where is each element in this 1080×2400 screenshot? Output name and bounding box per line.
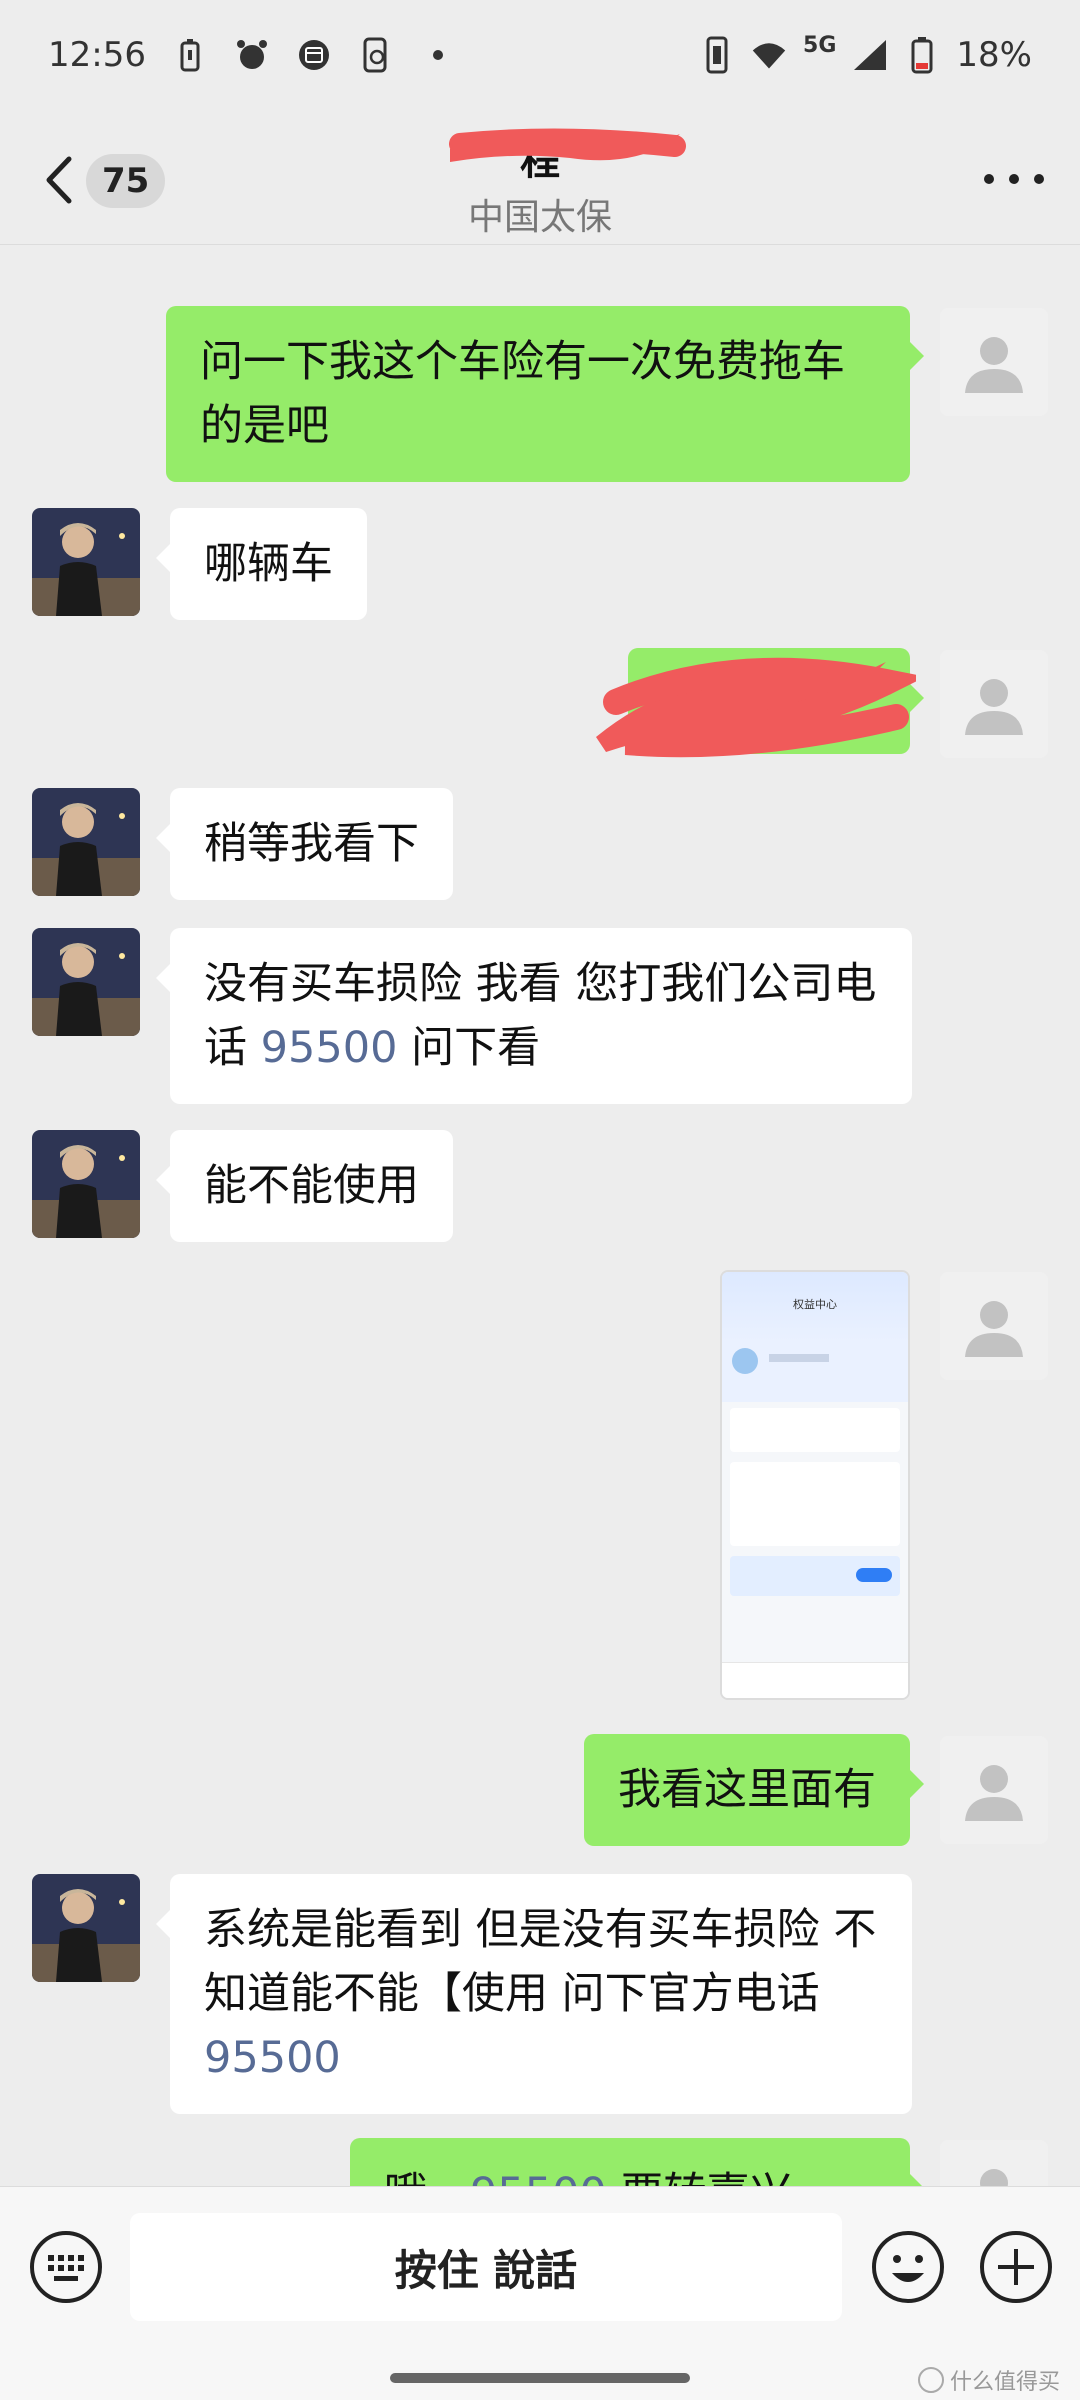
watermark-text: 什么值得买 — [949, 2370, 1060, 2395]
my-avatar[interactable] — [940, 308, 1048, 416]
calendar-icon — [296, 35, 332, 75]
redaction-scribble — [449, 128, 686, 162]
alarm-icon — [234, 35, 270, 75]
thumb-tabbar — [722, 1662, 908, 1698]
thumb-header: 权益中心 — [722, 1272, 908, 1342]
hold-to-talk-button[interactable]: 按住 說話 — [130, 2213, 842, 2321]
notification-dot-icon — [420, 35, 456, 75]
status-time: 12:56 — [48, 35, 146, 75]
received-message-bubble[interactable]: 没有买车损险 我看 您打我们公司电话 95500 问下看 — [156, 928, 912, 1104]
sent-message-bubble[interactable]: 哦，95500 要转嘉兴吗？ — [350, 2138, 924, 2186]
received-message-bubble[interactable]: 系统是能看到 但是没有买车损险 不知道能不能【使用 问下官方电话 95500 — [156, 1874, 912, 2114]
contact-company: 中国太保 — [467, 197, 612, 238]
thumb-card — [730, 1408, 900, 1452]
thumb-card — [730, 1462, 900, 1546]
phone-sync-icon — [358, 35, 394, 75]
received-message-bubble[interactable]: 稍等我看下 — [156, 788, 453, 900]
network-type: 5G — [803, 32, 837, 58]
received-message-bubble[interactable]: 能不能使用 — [156, 1130, 453, 1242]
contact-avatar[interactable] — [32, 788, 140, 896]
sent-message-bubble[interactable]: 问一下我这个车险有一次免费拖车的是吧 — [166, 306, 924, 482]
thumb-title: 权益中心 — [793, 1298, 837, 1311]
emoji-button[interactable] — [870, 2229, 946, 2305]
default-avatar-icon — [965, 337, 1023, 393]
signal-icon — [852, 35, 888, 75]
battery-saver-icon — [172, 35, 208, 75]
default-avatar-icon — [965, 1301, 1023, 1357]
contact-avatar[interactable] — [32, 928, 140, 1036]
message-list[interactable]: 问一下我这个车险有一次免费拖车的是吧 哪辆车 浙 稍等我看下 没有买车 — [0, 246, 1080, 2186]
thumb-banner — [730, 1556, 900, 1596]
contact-photo-icon — [32, 788, 140, 896]
my-avatar[interactable] — [940, 2140, 1048, 2186]
phone-number-link[interactable]: 95500 — [470, 2169, 607, 2186]
more-options-button[interactable] — [984, 164, 1044, 194]
wifi-icon — [751, 35, 787, 75]
message-text: 系统是能看到 但是没有买车损险 不知道能不能【使用 问下官方电话 — [204, 1905, 877, 2019]
redaction-scribble — [596, 657, 916, 758]
thumb-profile — [722, 1342, 908, 1402]
watermark: 什么值得买 — [917, 2364, 1060, 2396]
sent-message-bubble[interactable]: 我看这里面有 — [584, 1734, 924, 1846]
my-avatar[interactable] — [940, 650, 1048, 758]
phone-number-link[interactable]: 95500 — [204, 2033, 341, 2083]
vibrate-icon — [699, 35, 735, 75]
screenshot-image-message[interactable]: 权益中心 — [720, 1270, 910, 1700]
message-text: 哦， — [384, 2169, 470, 2186]
keyboard-toggle-button[interactable] — [28, 2229, 104, 2305]
watermark-logo-icon — [917, 2367, 944, 2393]
contact-photo-icon — [32, 928, 140, 1036]
contact-photo-icon — [32, 1874, 140, 1982]
contact-photo-icon — [32, 508, 140, 616]
contact-avatar[interactable] — [32, 1130, 140, 1238]
message-text: 问下看 — [397, 1023, 541, 1073]
more-functions-button[interactable] — [978, 2229, 1054, 2305]
my-avatar[interactable] — [940, 1736, 1048, 1844]
smiley-icon — [872, 2231, 944, 2303]
phone-number-link[interactable]: 95500 — [261, 1023, 398, 1073]
battery-level: 18% — [956, 35, 1032, 75]
contact-photo-icon — [32, 1130, 140, 1238]
my-avatar[interactable] — [940, 1272, 1048, 1380]
keyboard-icon — [30, 2231, 102, 2303]
contact-avatar[interactable] — [32, 1874, 140, 1982]
battery-icon — [904, 35, 940, 75]
default-avatar-icon — [980, 2169, 1008, 2186]
home-indicator[interactable] — [390, 2373, 690, 2383]
contact-avatar[interactable] — [32, 508, 140, 616]
received-message-bubble[interactable]: 哪辆车 — [156, 508, 367, 620]
default-avatar-icon — [965, 1765, 1023, 1821]
plus-icon — [980, 2231, 1052, 2303]
default-avatar-icon — [965, 679, 1023, 735]
status-bar: 12:56 5G 18% — [0, 0, 1080, 110]
